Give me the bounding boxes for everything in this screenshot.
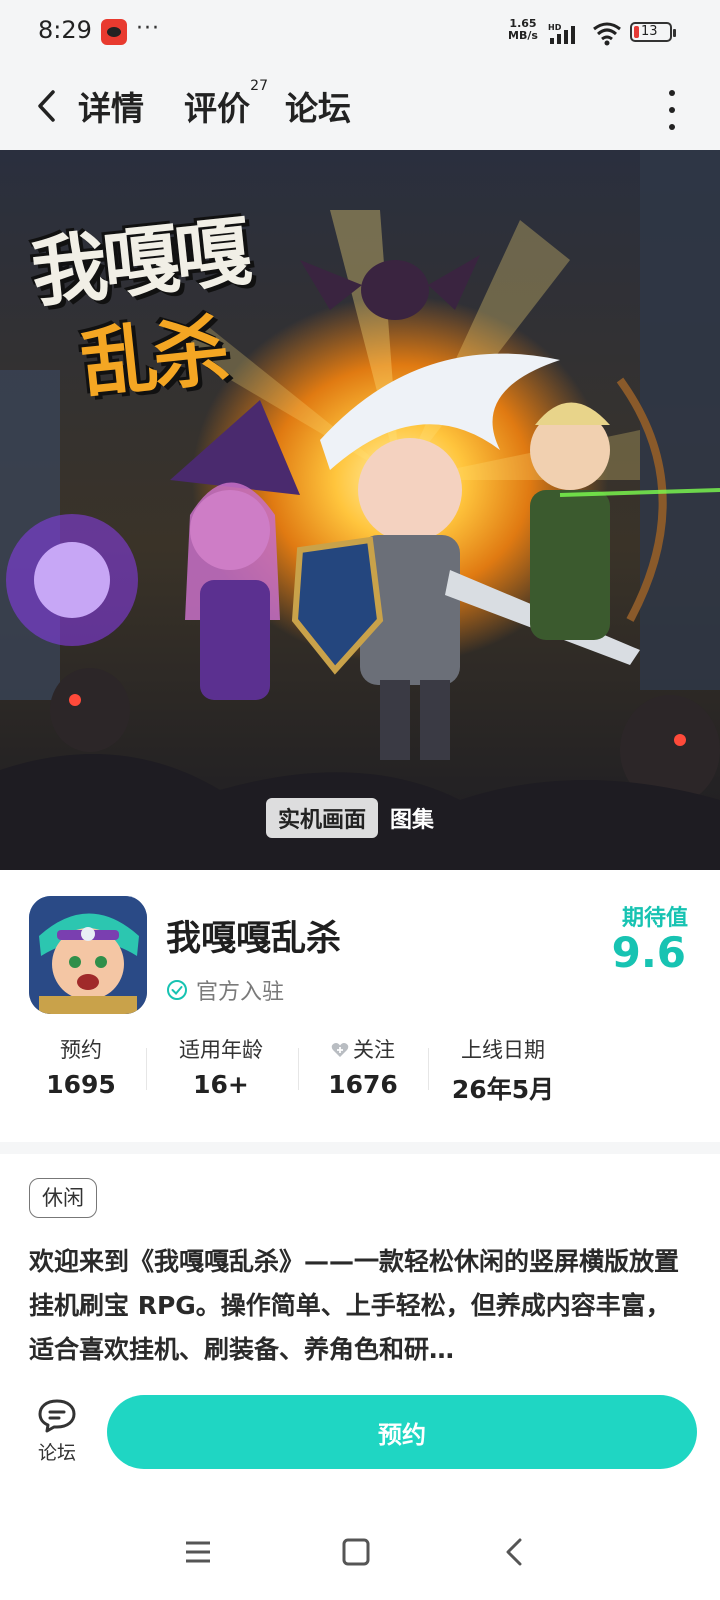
stat-value: 16+ [193,1070,249,1099]
chat-bubble-icon [38,1399,76,1433]
stat-label-row: 关注 [288,1032,438,1068]
tab-reviews-count: 27 [250,78,268,94]
top-nav: 详情 评价 27 论坛 [0,68,720,150]
stat-followers[interactable]: 关注 1676 [288,1032,438,1099]
app-icon [29,896,147,1014]
menu-lines-icon [186,1541,210,1563]
more-notifications-icon: ··· [136,16,160,41]
gallery-tab-album[interactable]: 图集 [378,798,446,838]
app-name: 我嘎嘎乱杀 [166,919,342,959]
stat-value: 26年5月 [451,1075,555,1104]
app-icon-art [29,896,147,1014]
tab-details[interactable]: 详情 [76,82,148,130]
reserve-button[interactable]: 预约 [107,1395,697,1469]
notification-app-icon [101,19,127,45]
square-home-icon [342,1538,370,1566]
hero-logo-line1: 我嘎嘎 [27,206,252,318]
verified-label: 官方入驻 [196,980,285,1005]
genre-tag[interactable]: 休闲 [29,1178,97,1218]
stat-label: 上线日期 [461,1038,545,1062]
vertical-dots-icon [669,90,675,96]
stat-label: 适用年龄 [179,1038,263,1062]
app-info: 我嘎嘎乱杀 官方入驻 期待值 9.6 预约 1695 适用年龄 16+ 关注 1… [0,870,720,1150]
stat-label: 预约 [60,1038,102,1062]
stat-age-rating: 适用年龄 16+ [146,1032,296,1099]
tab-forum-label: 论坛 [285,89,351,128]
status-time: 8:29 [38,16,92,44]
hero-game-logo: 我嘎嘎 乱杀 [27,195,345,417]
game-description[interactable]: 欢迎来到《我嘎嘎乱杀》——一款轻松休闲的竖屏横版放置挂机刷宝 RPG。操作简单、… [29,1240,693,1372]
chevron-left-icon [506,1538,522,1566]
stat-reservations: 预约 1695 [6,1032,156,1099]
gallery-tab-gameplay[interactable]: 实机画面 [266,798,379,838]
tab-details-label: 详情 [78,89,144,128]
official-verified-badge: 官方入驻 [166,974,284,1006]
stat-label: 关注 [353,1038,395,1062]
stats-row: 预约 1695 适用年龄 16+ 关注 1676 上线日期 26年5月 [0,1032,720,1112]
signal-icon: HD [548,23,575,44]
tab-reviews-label: 评价 [184,89,250,128]
network-speed-unit: MB/s [508,29,538,42]
more-menu-button[interactable] [662,90,682,130]
stat-value: 1676 [328,1070,398,1099]
system-back-button[interactable] [494,1532,534,1572]
gallery-switch: 实机画面 图集 [266,798,446,838]
system-nav-bar [0,1510,720,1600]
chevron-left-icon [38,90,55,122]
back-button[interactable] [26,84,66,128]
battery-level: 13 [641,24,658,39]
stat-release-date: 上线日期 26年5月 [428,1032,578,1106]
heart-plus-icon [331,1043,349,1057]
wifi-icon [593,22,621,46]
forum-button[interactable]: 论坛 [30,1398,84,1465]
status-bar: 8:29 ··· 1.65 MB/s HD 13 [0,0,720,68]
hero-banner[interactable]: 我嘎嘎 乱杀 实机画面 图集 [0,150,720,870]
section-divider [0,1142,720,1154]
expectation-score: 9.6 [611,928,686,977]
tab-reviews[interactable]: 评价 27 [184,78,268,130]
home-button[interactable] [336,1532,376,1572]
battery-icon: 13 [630,22,676,42]
stat-value: 1695 [46,1070,116,1099]
network-speed: 1.65 MB/s [506,18,540,42]
verified-check-icon [167,980,187,1000]
forum-button-label: 论坛 [37,1442,76,1464]
tab-forum[interactable]: 论坛 [285,82,351,130]
recent-apps-button[interactable] [178,1532,218,1572]
network-type-label: HD [548,23,562,32]
